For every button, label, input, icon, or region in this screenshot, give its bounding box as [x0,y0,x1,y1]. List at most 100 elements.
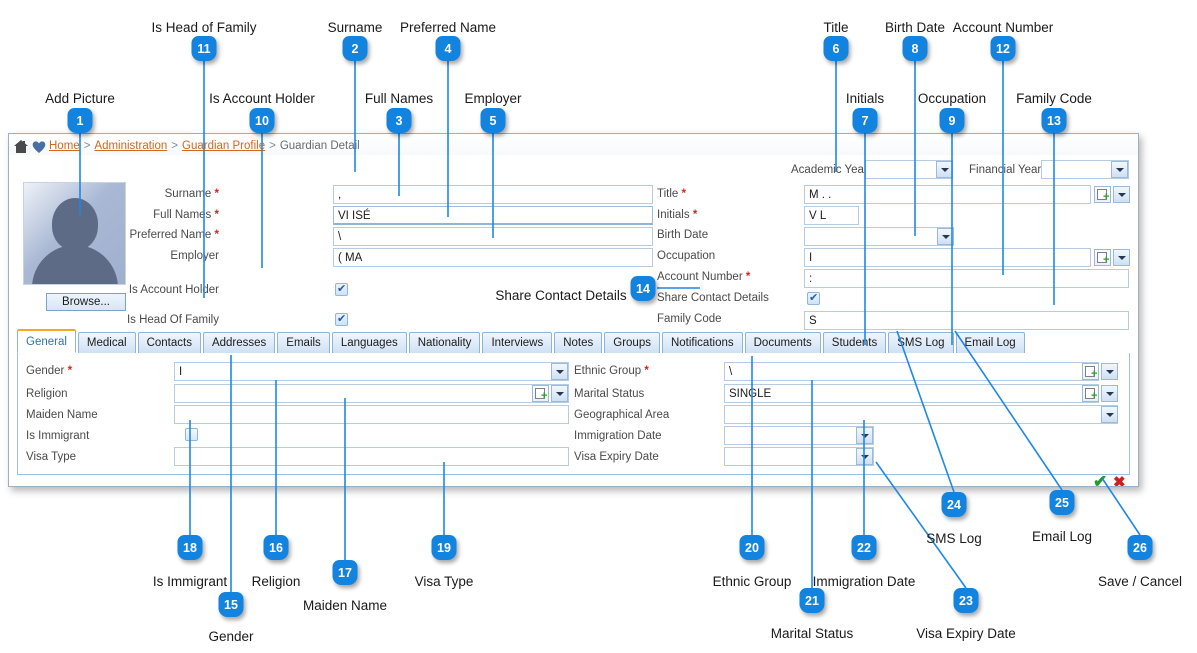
callout-badge-17[interactable]: 17 [332,560,358,585]
callout-badge-9[interactable]: 9 [939,108,965,133]
title-add-icon[interactable]: + [1094,186,1111,203]
family-code-input[interactable]: S [804,311,1129,330]
visa-expiry-date-input[interactable] [724,447,874,466]
title-chevron-down-icon[interactable] [1113,186,1130,203]
visa-type-input[interactable] [174,447,569,466]
callout-badge-13[interactable]: 13 [1041,108,1067,133]
tab-interviews[interactable]: Interviews [482,332,553,353]
religion-chevron-down-icon[interactable] [551,385,568,402]
callout-badge-26[interactable]: 26 [1127,535,1153,560]
academic-year-chevron-down-icon[interactable] [936,161,953,178]
title-combobox[interactable]: M . . [804,185,1091,204]
callout-badge-25[interactable]: 25 [1049,490,1075,515]
save-check-icon[interactable] [1093,472,1110,486]
is-account-holder-checkbox[interactable] [335,282,348,296]
gender-combobox[interactable]: I [174,362,569,381]
tab-sms-log[interactable]: SMS Log [888,332,954,353]
tab-documents[interactable]: Documents [744,332,821,353]
breadcrumb-guardian-profile-link[interactable]: Guardian Profile [182,140,265,152]
tab-general[interactable]: General [17,329,76,353]
callout-badge-14[interactable]: 14 [630,276,656,301]
tab-nationality[interactable]: Nationality [408,332,481,353]
callout-badge-7[interactable]: 7 [852,108,878,133]
visa-expiry-date-label: Visa Expiry Date [574,451,659,463]
geographical-area-label: Geographical Area [574,409,670,421]
callout-label-5: Employer [464,91,522,106]
callout-label-20: Ethnic Group [712,574,792,589]
marital-status-chevron-down-icon[interactable] [1101,385,1118,402]
tab-notifications[interactable]: Notifications [661,332,743,353]
tab-students[interactable]: Students [822,332,887,353]
ethnic-group-add-icon[interactable]: + [1082,363,1099,380]
tab-medical[interactable]: Medical [77,332,136,353]
occupation-add-icon[interactable]: + [1094,249,1111,266]
full-names-input[interactable]: VI ISÉ [333,206,653,225]
share-contact-details-checkbox[interactable] [807,291,820,305]
callout-badge-5[interactable]: 5 [480,108,506,133]
callout-badge-2[interactable]: 2 [342,36,368,61]
callout-badge-21[interactable]: 21 [799,588,825,613]
callout-badge-1[interactable]: 1 [67,108,93,133]
tab-email-log[interactable]: Email Log [955,332,1025,353]
callout-badge-15[interactable]: 15 [218,592,244,617]
occupation-chevron-down-icon[interactable] [1113,249,1130,266]
home-icon[interactable] [13,139,29,154]
birth-date-calendar-chevron-icon[interactable] [937,228,954,245]
tab-notes[interactable]: Notes [554,332,603,353]
favourite-heart-icon[interactable] [31,139,47,154]
callout-label-13: Family Code [1016,91,1092,106]
guardian-detail-window: Home > Administration > Guardian Profile… [8,133,1139,487]
religion-add-icon[interactable]: + [532,385,549,402]
marital-status-combobox[interactable]: SINGLE [724,384,1099,403]
callout-badge-4[interactable]: 4 [435,36,461,61]
callout-badge-8[interactable]: 8 [902,36,928,61]
callout-badge-16[interactable]: 16 [263,535,289,560]
initials-input[interactable]: V L [804,206,859,225]
employer-input[interactable]: ( MA [333,248,653,267]
tab-contacts[interactable]: Contacts [137,332,201,353]
tab-addresses[interactable]: Addresses [202,332,276,353]
geographical-area-chevron-down-icon[interactable] [1101,406,1118,423]
marital-status-add-icon[interactable]: + [1082,385,1099,402]
callout-badge-10[interactable]: 10 [249,108,275,133]
geographical-area-combobox[interactable] [724,405,1118,424]
birth-date-input[interactable] [804,227,954,246]
callout-badge-19[interactable]: 19 [431,535,457,560]
callout-label-12: Account Number [952,20,1054,35]
immigration-date-input[interactable] [724,426,874,445]
breadcrumb-home-link[interactable]: Home [49,140,80,152]
cancel-cross-icon[interactable] [1113,473,1130,486]
callout-badge-3[interactable]: 3 [386,108,412,133]
callout-badge-18[interactable]: 18 [177,535,203,560]
tab-emails[interactable]: Emails [277,332,330,353]
breadcrumb-current-page: Guardian Detail [279,140,360,152]
religion-combobox[interactable] [174,384,569,403]
callout-badge-6[interactable]: 6 [823,36,849,61]
callout-badge-11[interactable]: 11 [191,36,217,61]
occupation-label: Occupation [657,250,716,262]
callout-badge-22[interactable]: 22 [851,535,877,560]
is-head-of-family-checkbox[interactable] [335,312,348,326]
account-number-input[interactable]: : [804,269,1129,288]
tab-groups[interactable]: Groups [604,332,660,353]
callout-label-1: Add Picture [45,91,115,106]
callout-badge-23[interactable]: 23 [953,588,979,613]
occupation-combobox[interactable]: I [804,248,1091,267]
immigration-date-calendar-chevron-icon[interactable] [856,427,873,444]
ethnic-group-combobox[interactable]: \ [724,362,1099,381]
surname-input[interactable]: , [333,185,653,204]
callout-badge-20[interactable]: 20 [739,535,765,560]
visa-expiry-date-calendar-chevron-icon[interactable] [856,448,873,465]
ethnic-group-chevron-down-icon[interactable] [1101,363,1118,380]
financial-year-chevron-down-icon[interactable] [1111,161,1128,178]
is-immigrant-checkbox[interactable] [185,428,198,441]
is-immigrant-label: Is Immigrant [26,430,90,442]
callout-badge-24[interactable]: 24 [941,492,967,517]
callout-badge-12[interactable]: 12 [990,36,1016,61]
gender-chevron-down-icon[interactable] [551,363,568,380]
tab-languages[interactable]: Languages [331,332,407,353]
preferred-name-input[interactable]: \ [333,227,653,246]
maiden-name-input[interactable] [174,405,569,424]
callout-label-2: Surname [327,20,383,35]
breadcrumb-administration-link[interactable]: Administration [94,140,167,152]
